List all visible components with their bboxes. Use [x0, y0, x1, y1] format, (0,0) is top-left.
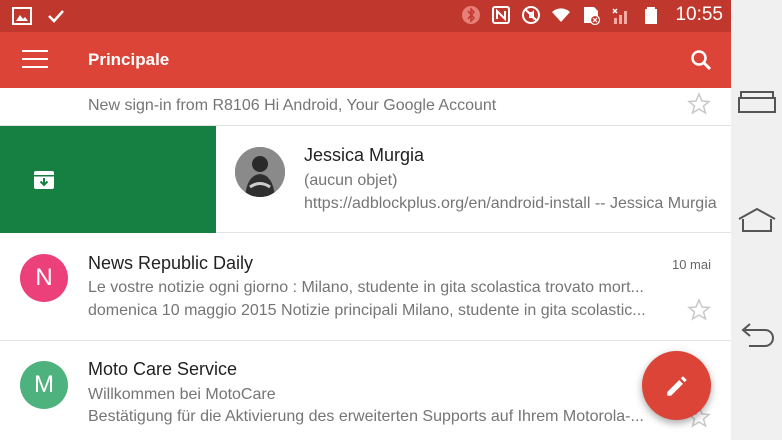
navigation-bar: [731, 0, 782, 440]
archive-background: [0, 126, 216, 233]
email-preview: Bestätigung für die Aktivierung des erwe…: [88, 408, 644, 425]
page-title: Principale: [88, 50, 170, 69]
avatar: [235, 147, 285, 197]
email-subject: (aucun objet): [304, 172, 398, 189]
nfc-icon: [492, 6, 511, 24]
email-subject: Le vostre notizie ogni giorno : Milano, …: [88, 279, 644, 296]
battery-icon: [645, 7, 658, 24]
email-sender: Moto Care Service: [88, 359, 238, 379]
list-item[interactable]: New sign-in from R8106 Hi Android, Your …: [0, 88, 731, 126]
email-preview: domenica 10 maggio 2015 Notizie principa…: [88, 302, 646, 319]
status-bar: 10:55: [0, 0, 731, 32]
star-icon[interactable]: [687, 92, 711, 116]
email-preview: New sign-in from R8106 Hi Android, Your …: [88, 97, 497, 114]
image-icon: [12, 7, 32, 25]
email-date: 10 mai: [671, 257, 711, 272]
pencil-icon: [666, 375, 687, 396]
swiped-email-content[interactable]: Jessica Murgia (aucun objet) https://adb…: [216, 126, 731, 233]
app-bar: Principale: [0, 32, 731, 88]
avatar-letter: M: [34, 371, 54, 398]
avatar-letter: N: [35, 264, 53, 291]
search-icon[interactable]: [689, 48, 713, 72]
home-icon[interactable]: [735, 205, 779, 235]
star-icon[interactable]: [687, 298, 711, 322]
compose-button[interactable]: [642, 351, 711, 420]
archive-icon: [34, 171, 54, 189]
menu-icon[interactable]: [22, 50, 48, 70]
back-icon[interactable]: [735, 320, 779, 350]
list-item[interactable]: N News Republic Daily 10 mai Le vostre n…: [0, 234, 731, 341]
avatar: M: [20, 361, 68, 409]
email-sender: News Republic Daily: [88, 253, 254, 273]
sim-icon: [584, 7, 601, 25]
list-item[interactable]: M Moto Care Service Willkommen bei MotoC…: [0, 341, 731, 440]
email-subject: Willkommen bei MotoCare: [88, 386, 276, 403]
mail-list: New sign-in from R8106 Hi Android, Your …: [0, 88, 731, 440]
email-preview: https://adblockplus.org/en/android-insta…: [304, 195, 717, 212]
bluetooth-icon: [462, 6, 481, 24]
avatar: N: [20, 254, 68, 302]
mute-icon: [522, 6, 541, 24]
signal-icon: [612, 8, 628, 24]
check-icon: [48, 10, 64, 23]
clock: 10:55: [675, 4, 723, 25]
recent-apps-icon[interactable]: [735, 88, 779, 118]
wifi-icon: [552, 8, 571, 22]
email-sender: Jessica Murgia: [304, 145, 425, 165]
list-item-swiped[interactable]: Jessica Murgia (aucun objet) https://adb…: [0, 126, 731, 233]
